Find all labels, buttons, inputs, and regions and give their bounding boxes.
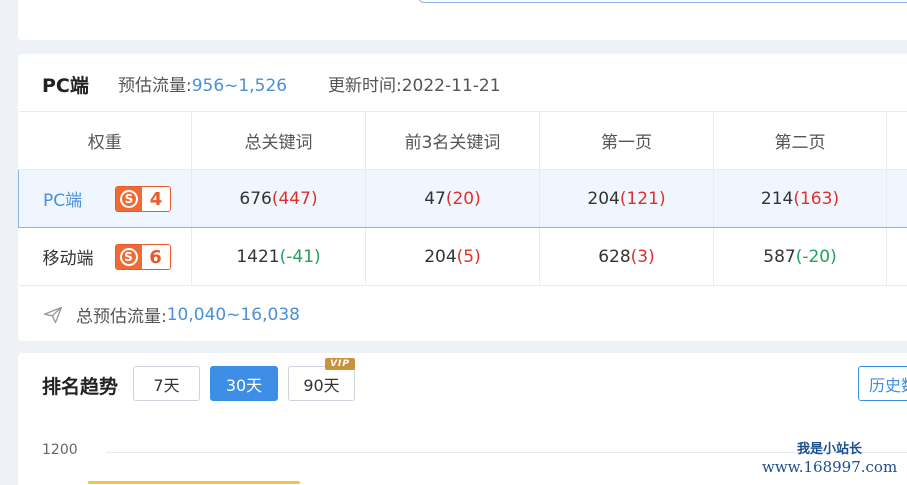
overflow-cell — [886, 227, 907, 286]
weight-value: 4 — [142, 187, 170, 211]
table-row[interactable]: 移动端 S 6 1421(-41) 204(5) 628(3) 587(-20) — [18, 227, 907, 286]
cell-delta: (5) — [456, 246, 481, 267]
range-30-days-button[interactable]: 30天 — [210, 366, 278, 401]
cell-delta: (163) — [793, 188, 840, 209]
y-axis-tick: 1200 — [42, 442, 78, 458]
cell-value: 214 — [760, 188, 794, 209]
total-traffic: 总预估流量: 10,040~16,038 — [42, 302, 300, 327]
top3-keywords-cell: 47(20) — [365, 169, 540, 228]
cell-value: 676 — [239, 188, 272, 209]
header-total-keywords: 总关键词 — [191, 111, 366, 170]
platform-cell: 移动端 S 6 — [18, 227, 192, 286]
overflow-cell — [886, 169, 907, 228]
cell-delta: (-20) — [795, 246, 837, 267]
header-weight: 权重 — [18, 111, 192, 170]
platform-cell: PC端 S 4 — [18, 169, 192, 228]
cell-value: 47 — [424, 188, 446, 209]
paper-plane-icon — [44, 306, 62, 323]
total-traffic-label: 总预估流量: — [76, 307, 167, 327]
history-data-button[interactable]: 历史数据 — [858, 366, 907, 401]
weight-badge: S 4 — [115, 186, 171, 212]
watermark-title: 我是小站长 — [797, 442, 863, 457]
cell-delta: (20) — [445, 188, 481, 209]
cell-delta: (3) — [630, 246, 655, 267]
traffic-value: 956~1,526 — [191, 76, 288, 96]
cell-delta: (121) — [619, 188, 666, 209]
cell-value: 204 — [424, 246, 457, 267]
traffic-estimate: 预估流量:956~1,526 — [118, 71, 287, 96]
page-one-cell: 628(3) — [539, 227, 714, 286]
cell-delta: (447) — [271, 188, 318, 209]
weight-badge: S 6 — [114, 244, 171, 270]
cell-value: 204 — [587, 188, 620, 209]
platform-label-mobile: 移动端 — [42, 249, 94, 269]
header-page-one: 第一页 — [539, 111, 714, 170]
update-label: 更新时间: — [328, 76, 402, 96]
cell-value: 1421 — [236, 246, 280, 267]
cell-delta: (-41) — [279, 246, 321, 267]
weight-value: 6 — [141, 245, 170, 269]
section-title: PC端 — [42, 75, 89, 97]
sogou-icon: S — [115, 245, 142, 269]
header-overflow — [886, 111, 907, 170]
total-keywords-cell: 1421(-41) — [191, 227, 366, 286]
top-search-input[interactable] — [418, 0, 907, 3]
total-keywords-cell: 676(447) — [191, 169, 366, 228]
table-header-row: 权重 总关键词 前3名关键词 第一页 第二页 — [18, 111, 907, 170]
platform-link-pc[interactable]: PC端 — [43, 191, 82, 211]
trend-series-line — [88, 481, 300, 484]
page-two-cell: 587(-20) — [713, 227, 887, 286]
range-7-days-button[interactable]: 7天 — [133, 366, 200, 401]
range-90-days-button[interactable]: 90天 VIP — [288, 358, 355, 401]
grid-line — [106, 452, 907, 453]
cell-value: 628 — [598, 246, 631, 267]
header-page-two: 第二页 — [713, 111, 887, 170]
page-one-cell: 204(121) — [539, 169, 714, 228]
trend-title: 排名趋势 — [42, 376, 119, 398]
page-two-cell: 214(163) — [713, 169, 887, 228]
update-value: 2022-11-21 — [401, 76, 501, 96]
keyword-table: 权重 总关键词 前3名关键词 第一页 第二页 PC端 S 4 676(447) … — [18, 111, 907, 286]
header-top3-keywords: 前3名关键词 — [365, 111, 540, 170]
keyword-summary-card: PC端 预估流量:956~1,526 更新时间:2022-11-21 权重 总关… — [18, 54, 907, 341]
top-card — [18, 0, 907, 40]
watermark-url: www.168997.com — [762, 458, 898, 476]
traffic-label: 预估流量: — [118, 76, 192, 96]
update-time: 更新时间:2022-11-21 — [328, 71, 501, 96]
table-row[interactable]: PC端 S 4 676(447) 47(20) 204(121) 214(163… — [18, 169, 907, 228]
range-90-days-label: 90天 — [303, 375, 340, 395]
total-traffic-value: 10,040~16,038 — [166, 304, 300, 325]
sogou-icon: S — [116, 187, 142, 211]
cell-value: 587 — [763, 246, 796, 267]
top3-keywords-cell: 204(5) — [365, 227, 540, 286]
vip-badge: VIP — [325, 358, 355, 370]
